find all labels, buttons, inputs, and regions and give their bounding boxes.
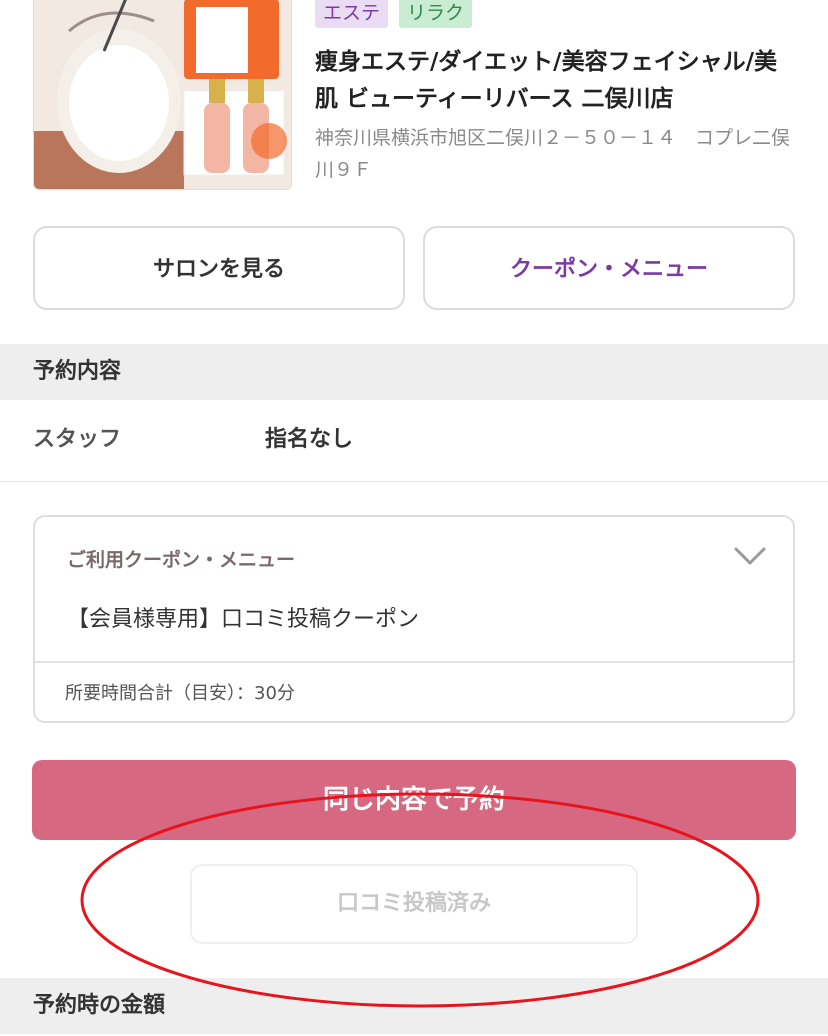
tag-este: エステ (315, 0, 389, 28)
rebook-button[interactable]: 同じ内容で予約 (32, 760, 796, 840)
salon-photo-illustration (34, 0, 291, 189)
duration-text: 所要時間合計（目安）：30分 (65, 683, 295, 704)
salon-address: 神奈川県横浜市旭区二俣川２－５０－１４ コプレ二俣川９Ｆ (315, 127, 791, 181)
salon-photo[interactable] (33, 0, 292, 190)
price-section-header: 予約時の金額 (0, 978, 828, 1034)
view-salon-button[interactable]: サロンを見る (33, 226, 405, 310)
staff-label: スタッフ (33, 427, 122, 452)
tag-relax: リラク (399, 0, 473, 28)
staff-value: 指名なし (265, 427, 354, 452)
reservation-section-header: 予約内容 (0, 344, 828, 400)
card-divider (35, 661, 793, 663)
review-posted-button: 口コミ投稿済み (190, 864, 638, 944)
chevron-down-icon[interactable] (733, 545, 767, 567)
divider (0, 481, 828, 482)
coupon-menu-button[interactable]: クーポン・メニュー (423, 226, 795, 310)
salon-name[interactable]: 痩身エステ/ダイエット/美容フェイシャル/美肌 ビューティーリバース 二俣川店 (315, 44, 795, 118)
coupon-menu-heading: ご利用クーポン・メニュー (67, 549, 296, 571)
coupon-menu-card[interactable]: ご利用クーポン・メニュー 【会員様専用】口コミ投稿クーポン 所要時間合計（目安）… (33, 515, 795, 723)
coupon-item: 【会員様専用】口コミ投稿クーポン (67, 607, 420, 632)
